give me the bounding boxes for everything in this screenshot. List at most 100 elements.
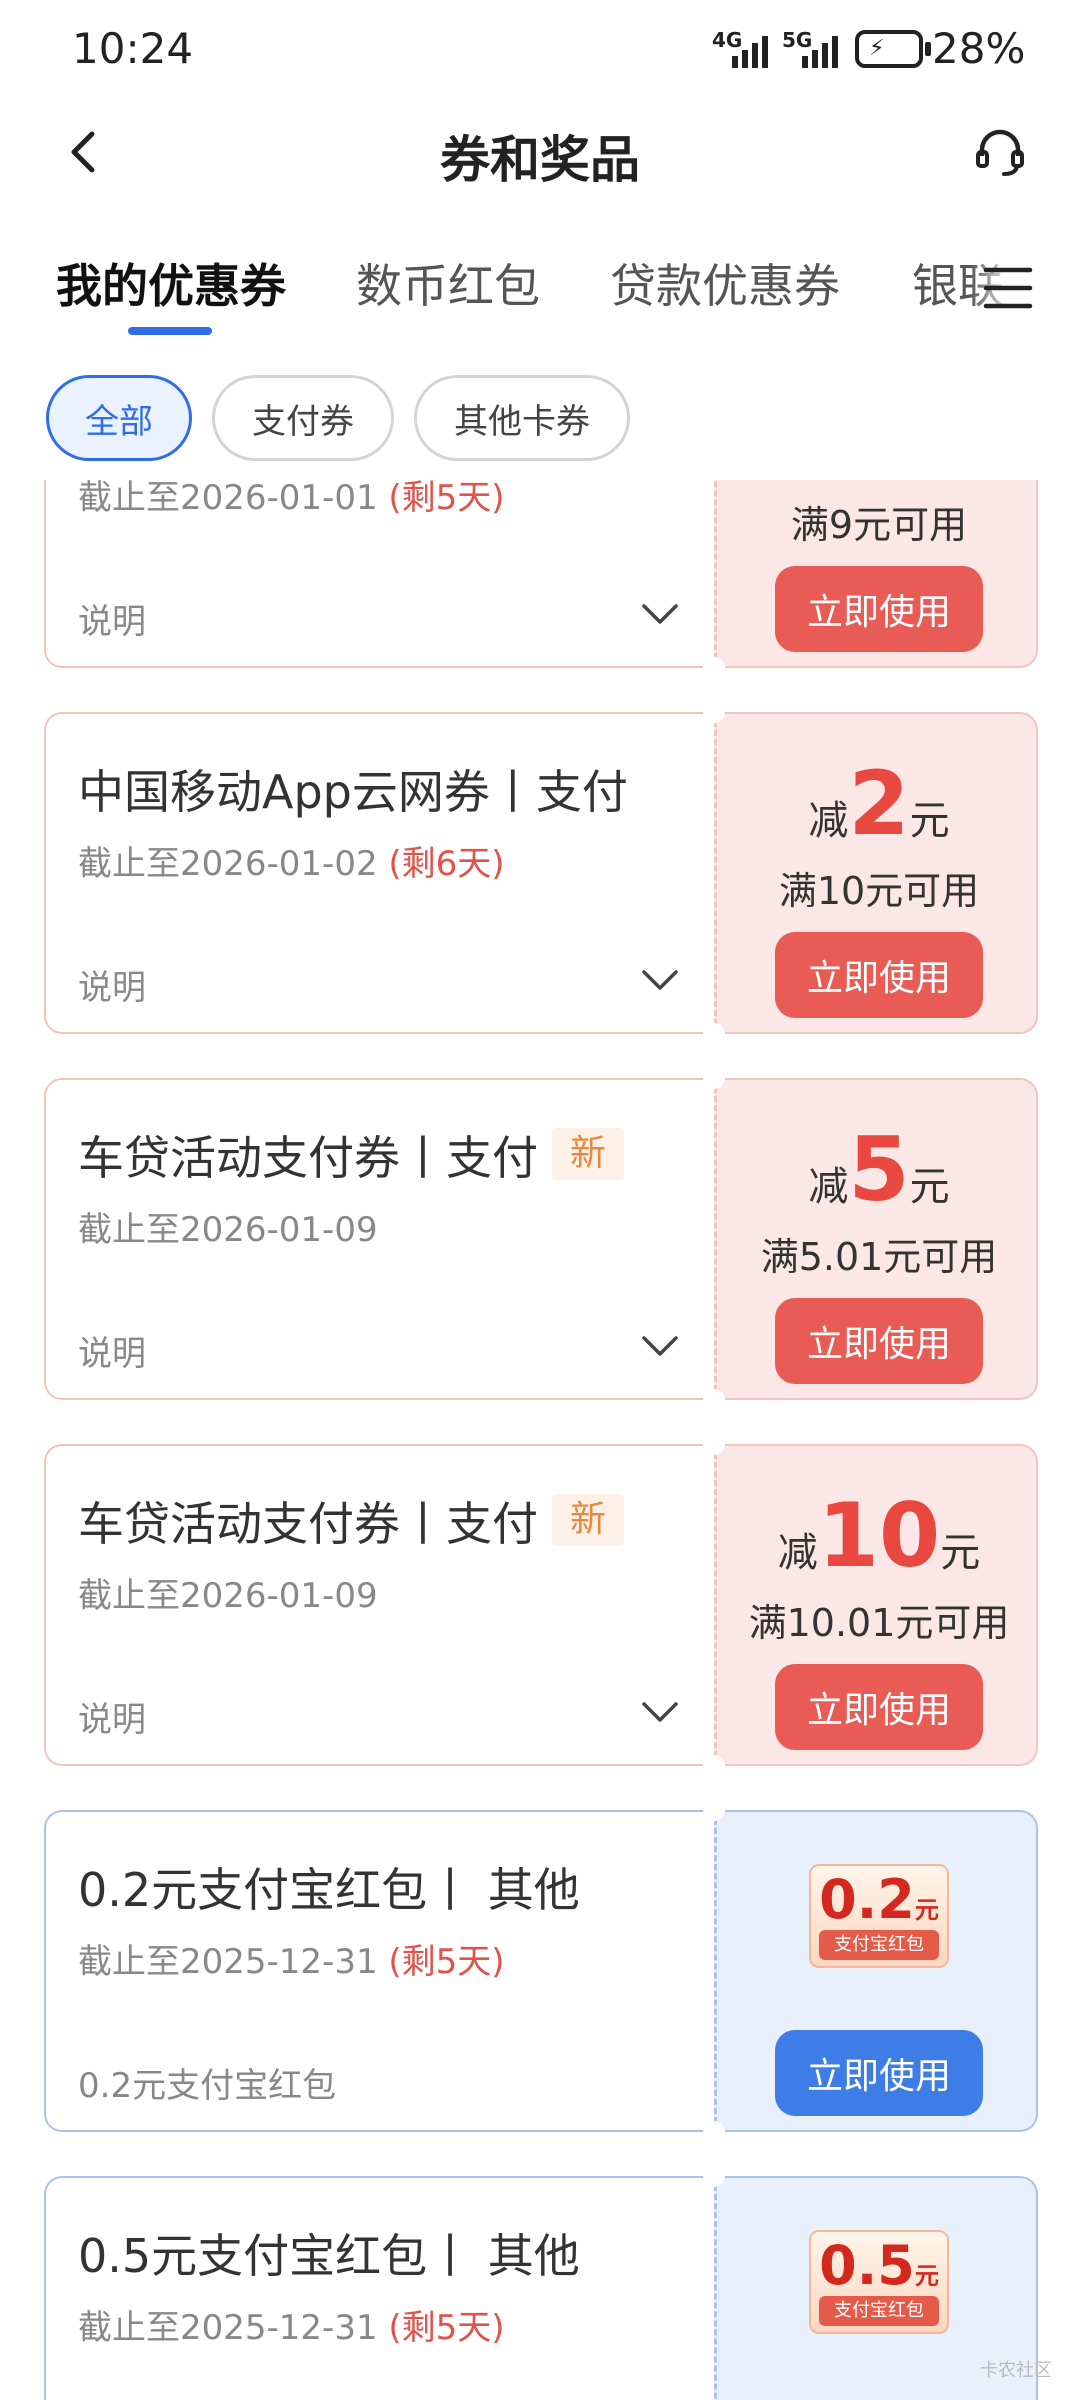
coupon-expiry: 截止至2026-01-09 (78, 1202, 378, 1251)
tab-digital-currency-red-packet[interactable]: 数币红包 (356, 250, 540, 316)
red-packet-icon: 0.2元 支付宝红包 (809, 1864, 949, 1968)
status-bar: 10:24 4G 5G ⚡ 28% (0, 0, 1080, 100)
tab-loan-coupons[interactable]: 贷款优惠券 (610, 250, 840, 316)
app-header: 券和奖品 (0, 100, 1080, 210)
coupon-description-toggle[interactable]: 说明 (78, 960, 146, 1009)
ticket-notch (703, 1433, 725, 1455)
use-now-button[interactable]: 立即使用 (775, 2030, 983, 2116)
red-packet-card: 0.5元 支付宝红包 0.5元支付宝红包丨 其他 截止至2025-12-31 (… (44, 2165, 1038, 2400)
red-packet-label: 支付宝红包 (819, 2296, 939, 2326)
red-packet-value: 0.5元 (811, 2234, 947, 2297)
ticket-notch (703, 1389, 725, 1411)
chevron-down-icon[interactable] (640, 600, 680, 628)
coupon-name: 中国移动App云网券丨支付 (78, 765, 628, 819)
coupon-expiry: 截止至2025-12-31 (剩5天) (78, 1934, 505, 1983)
expiry-date: 截止至2026-01-09 (78, 1210, 378, 1250)
new-badge: 新 (552, 1128, 625, 1180)
filter-other-cards[interactable]: 其他卡券 (414, 375, 630, 461)
use-now-button[interactable]: 立即使用 (775, 932, 983, 1018)
coupon-condition: 满9元可用 (790, 503, 968, 547)
coupon-info (44, 2176, 714, 2400)
active-tab-indicator (128, 327, 212, 335)
ticket-notch (703, 2121, 725, 2143)
coupon-amount: 减10元 (717, 1484, 1041, 1587)
coupon-description-toggle[interactable]: 说明 (78, 1692, 146, 1741)
coupon-card: 减5元 满5.01元可用 立即使用 车贷活动支付券丨支付 新 截止至2026-0… (44, 1067, 1038, 1411)
coupon-amount: 减5元 (717, 1118, 1041, 1221)
amount-unit: 元 (940, 1530, 981, 1576)
menu-icon[interactable] (982, 262, 1034, 314)
coupon-list: 满9元可用 立即使用 截止至2026-01-01 (剩5天) 说明 减2元 满1… (0, 480, 1080, 2400)
ticket-notch (703, 657, 725, 679)
coupon-value-panel: 减5元 满5.01元可用 立即使用 (714, 1078, 1038, 1400)
battery-percent: 28% (932, 24, 1026, 73)
ticket-notch (703, 1023, 725, 1045)
red-packet-unit: 元 (914, 2262, 939, 2290)
coupon-card: 满9元可用 立即使用 截止至2026-01-01 (剩5天) 说明 (44, 480, 1038, 679)
chevron-down-icon[interactable] (640, 1332, 680, 1360)
red-packet-card: 0.2元 支付宝红包 立即使用 0.2元支付宝红包丨 其他 截止至2025-12… (44, 1799, 1038, 2143)
coupon-expiry: 截止至2026-01-01 (剩5天) (78, 480, 505, 519)
use-now-button[interactable]: 立即使用 (775, 1298, 983, 1384)
amount-prefix: 减 (808, 1164, 849, 1210)
amount-value: 5 (848, 1118, 910, 1221)
battery-icon: ⚡ (855, 30, 931, 68)
use-now-button[interactable]: 立即使用 (775, 566, 983, 652)
days-remaining: (剩6天) (388, 844, 505, 884)
ticket-notch (703, 701, 725, 723)
coupon-amount: 减2元 (717, 752, 1041, 855)
expiry-date: 截止至2026-01-02 (78, 844, 378, 884)
signal-strength-icon (732, 36, 768, 68)
coupon-name: 0.2元支付宝红包丨 其他 (78, 1863, 580, 1917)
expiry-date: 截止至2025-12-31 (78, 1942, 378, 1982)
coupon-condition: 满10.01元可用 (748, 1601, 1010, 1645)
coupon-description-toggle[interactable]: 说明 (78, 1326, 146, 1375)
watermark: 卡农社区 (980, 2360, 1052, 2381)
coupon-card: 减10元 满10.01元可用 立即使用 车贷活动支付券丨支付 新 截止至2026… (44, 1433, 1038, 1777)
coupon-value-panel: 减10元 满10.01元可用 立即使用 (714, 1444, 1038, 1766)
signal-strength-icon (802, 36, 838, 68)
red-packet-icon: 0.5元 支付宝红包 (809, 2230, 949, 2334)
category-tabs: 我的优惠券 数币红包 贷款优惠券 银联 (0, 240, 1080, 350)
coupon-description: 0.2元支付宝红包 (78, 2066, 337, 2106)
status-time: 10:24 (72, 24, 194, 73)
filter-payment-coupons[interactable]: 支付券 (212, 375, 394, 461)
ticket-notch (703, 1799, 725, 1821)
coupon-expiry: 截止至2026-01-02 (剩6天) (78, 836, 505, 885)
coupon-value-panel: 0.2元 支付宝红包 立即使用 (714, 1810, 1038, 2132)
expiry-date: 截止至2026-01-01 (78, 480, 378, 518)
days-remaining: (剩5天) (388, 2308, 505, 2348)
coupon-name: 车贷活动支付券丨支付 (78, 1497, 538, 1551)
chevron-down-icon[interactable] (640, 966, 680, 994)
ticket-notch (703, 1755, 725, 1777)
ticket-notch (703, 2165, 725, 2187)
amount-value: 2 (848, 752, 910, 855)
filter-all[interactable]: 全部 (46, 375, 192, 461)
red-packet-unit: 元 (914, 1896, 939, 1924)
coupon-value-panel: 减2元 满10元可用 立即使用 (714, 712, 1038, 1034)
coupon-description-toggle[interactable]: 说明 (78, 594, 146, 643)
amount-prefix: 减 (808, 798, 849, 844)
red-packet-amount: 0.5 (819, 2234, 915, 2297)
red-packet-amount: 0.2 (819, 1868, 915, 1931)
red-packet-value: 0.2元 (811, 1868, 947, 1931)
amount-unit: 元 (909, 1164, 950, 1210)
headset-icon[interactable] (970, 122, 1030, 182)
coupon-condition: 满5.01元可用 (760, 1235, 998, 1279)
coupon-name: 0.5元支付宝红包丨 其他 (78, 2229, 580, 2283)
coupon-value-panel: 满9元可用 立即使用 (714, 480, 1038, 668)
use-now-button[interactable]: 立即使用 (775, 1664, 983, 1750)
page-title: 券和奖品 (440, 131, 640, 189)
amount-prefix: 减 (777, 1530, 818, 1576)
days-remaining: (剩5天) (388, 480, 505, 518)
tab-my-coupons[interactable]: 我的优惠券 (56, 250, 286, 316)
coupon-expiry: 截止至2025-12-31 (剩5天) (78, 2300, 505, 2349)
coupon-card: 减2元 满10元可用 立即使用 中国移动App云网券丨支付 截止至2026-01… (44, 701, 1038, 1045)
chevron-down-icon[interactable] (640, 1698, 680, 1726)
days-remaining: (剩5天) (388, 1942, 505, 1982)
red-packet-label: 支付宝红包 (819, 1930, 939, 1960)
amount-value: 10 (817, 1484, 941, 1587)
amount-unit: 元 (909, 798, 950, 844)
coupon-expiry: 截止至2026-01-09 (78, 1568, 378, 1617)
ticket-notch (703, 1067, 725, 1089)
